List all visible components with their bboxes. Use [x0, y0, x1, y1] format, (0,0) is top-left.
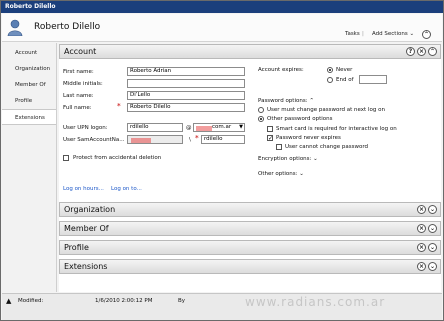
encryption-options-text: Encryption options:: [258, 156, 312, 162]
must-change-radio[interactable]: [258, 107, 264, 113]
close-section-icon[interactable]: ×: [417, 47, 426, 56]
other-options-label[interactable]: Other options: ⌄: [258, 171, 304, 177]
at-sign: @: [186, 125, 192, 131]
modified-value: 1/6/2010 2:00:12 PM: [95, 298, 153, 304]
upn-domain-value: com.ar: [212, 124, 232, 130]
add-sections-button[interactable]: Add Sections ⌄: [372, 31, 414, 37]
never-radio[interactable]: [327, 67, 333, 73]
logon-hours-link[interactable]: Log on hours...: [63, 186, 104, 192]
header-divider: |: [362, 31, 364, 37]
dropdown-arrow-icon: ▼: [239, 124, 243, 130]
other-password-label: Other password options: [267, 116, 333, 122]
close-section-icon[interactable]: ×: [417, 224, 426, 233]
never-expires-label: Password never expires: [276, 135, 341, 141]
account-section-header[interactable]: Account ? × ⌃: [59, 44, 441, 59]
sidebar-item-account[interactable]: Account: [2, 45, 56, 61]
required-marker: *: [195, 134, 199, 142]
user-name: Roberto Dilello: [34, 22, 101, 32]
upn-logon-label: User UPN logon:: [63, 125, 108, 131]
required-marker: *: [117, 102, 121, 110]
first-name-label: First name:: [63, 69, 94, 75]
redaction-mark: [196, 126, 212, 131]
protect-deletion-label: Protect from accidental deletion: [73, 155, 162, 161]
close-section-icon[interactable]: ×: [417, 205, 426, 214]
sidebar-item-profile[interactable]: Profile: [2, 93, 56, 109]
chevron-down-icon: ⌄: [299, 171, 304, 177]
organization-section-title: Organization: [64, 205, 116, 214]
sam-domain-field: [127, 135, 183, 144]
protect-deletion-checkbox[interactable]: [63, 155, 69, 161]
upn-domain-select[interactable]: com.ar ▼: [193, 123, 245, 132]
help-icon[interactable]: ?: [406, 47, 415, 56]
expand-icon[interactable]: ⌄: [428, 224, 437, 233]
header-bar: Roberto Dilello Tasks | Add Sections ⌄ ⌃: [2, 14, 442, 42]
sidebar-item-organization[interactable]: Organization: [2, 61, 56, 77]
sam-account-label: User SamAccountNa...: [63, 137, 125, 143]
last-name-field[interactable]: Di’Lello: [127, 91, 245, 100]
password-options-text: Password options:: [258, 98, 308, 104]
account-section-title: Account: [64, 47, 97, 56]
log-on-to-link[interactable]: Log on to...: [111, 186, 142, 192]
other-password-radio[interactable]: [258, 116, 264, 122]
watermark-text: www.radians.com.ar: [245, 295, 386, 309]
sidebar: Account Organization Member Of Profile E…: [2, 43, 57, 292]
profile-section-title: Profile: [64, 243, 89, 252]
full-name-label: Full name:: [63, 105, 92, 111]
sam-separator: \: [189, 137, 191, 143]
tasks-button[interactable]: Tasks: [345, 31, 360, 37]
modified-label: Modified:: [18, 298, 44, 304]
never-label: Never: [336, 67, 353, 73]
end-of-label: End of: [336, 77, 354, 83]
sam-account-field[interactable]: rdilello: [201, 135, 245, 144]
arrow-up-icon[interactable]: ▲: [6, 297, 11, 305]
other-options-text: Other options:: [258, 171, 298, 177]
properties-window: Roberto Dilello Roberto Dilello Tasks | …: [0, 0, 444, 321]
account-expires-label: Account expires:: [258, 67, 304, 73]
close-section-icon[interactable]: ×: [417, 262, 426, 271]
expand-icon[interactable]: ⌄: [428, 205, 437, 214]
sidebar-item-extensions[interactable]: Extensions: [2, 109, 56, 125]
add-sections-label: Add Sections: [372, 31, 408, 37]
extensions-section-title: Extensions: [64, 262, 108, 271]
end-of-radio[interactable]: [327, 77, 333, 83]
profile-section-header[interactable]: Profile × ⌄: [59, 240, 441, 255]
main-panel: Account ? × ⌃ First name: Roberto Adrian…: [59, 44, 441, 292]
first-name-field[interactable]: Roberto Adrian: [127, 67, 245, 76]
full-name-field[interactable]: Roberto Dilello: [127, 103, 245, 112]
organization-section-header[interactable]: Organization × ⌄: [59, 202, 441, 217]
sidebar-item-member-of[interactable]: Member Of: [2, 77, 56, 93]
middle-initials-label: Middle initials:: [63, 81, 103, 87]
cannot-change-checkbox[interactable]: [276, 144, 282, 150]
smart-card-label: Smart card is required for interactive l…: [276, 126, 397, 132]
encryption-options-label[interactable]: Encryption options: ⌄: [258, 156, 318, 162]
cannot-change-label: User cannot change password: [285, 144, 369, 150]
smart-card-checkbox[interactable]: [267, 126, 273, 132]
last-name-label: Last name:: [63, 93, 94, 99]
expand-icon[interactable]: ⌄: [428, 243, 437, 252]
must-change-label: User must change password at next log on: [267, 107, 385, 113]
never-expires-checkbox[interactable]: ✓: [267, 135, 273, 142]
user-icon: [7, 19, 23, 36]
collapse-all-icon[interactable]: ⌃: [422, 30, 431, 39]
expand-icon[interactable]: ⌄: [428, 262, 437, 271]
extensions-section-header[interactable]: Extensions × ⌄: [59, 259, 441, 274]
window-title: Roberto Dilello: [1, 1, 443, 13]
chevron-down-icon: ⌄: [313, 156, 318, 162]
collapse-icon[interactable]: ⌃: [428, 47, 437, 56]
by-label: By: [178, 298, 186, 304]
member-of-section-header[interactable]: Member Of × ⌄: [59, 221, 441, 236]
middle-initials-field[interactable]: [127, 79, 245, 88]
chevron-down-icon: ⌄: [409, 31, 415, 37]
password-options-label: Password options: ⌃: [258, 98, 314, 104]
close-section-icon[interactable]: ×: [417, 243, 426, 252]
chevron-up-icon[interactable]: ⌃: [309, 98, 314, 104]
member-of-section-title: Member Of: [64, 224, 109, 233]
redaction-mark: [131, 138, 151, 143]
end-of-date-field[interactable]: [359, 75, 387, 84]
upn-logon-field[interactable]: rdilello: [127, 123, 183, 132]
